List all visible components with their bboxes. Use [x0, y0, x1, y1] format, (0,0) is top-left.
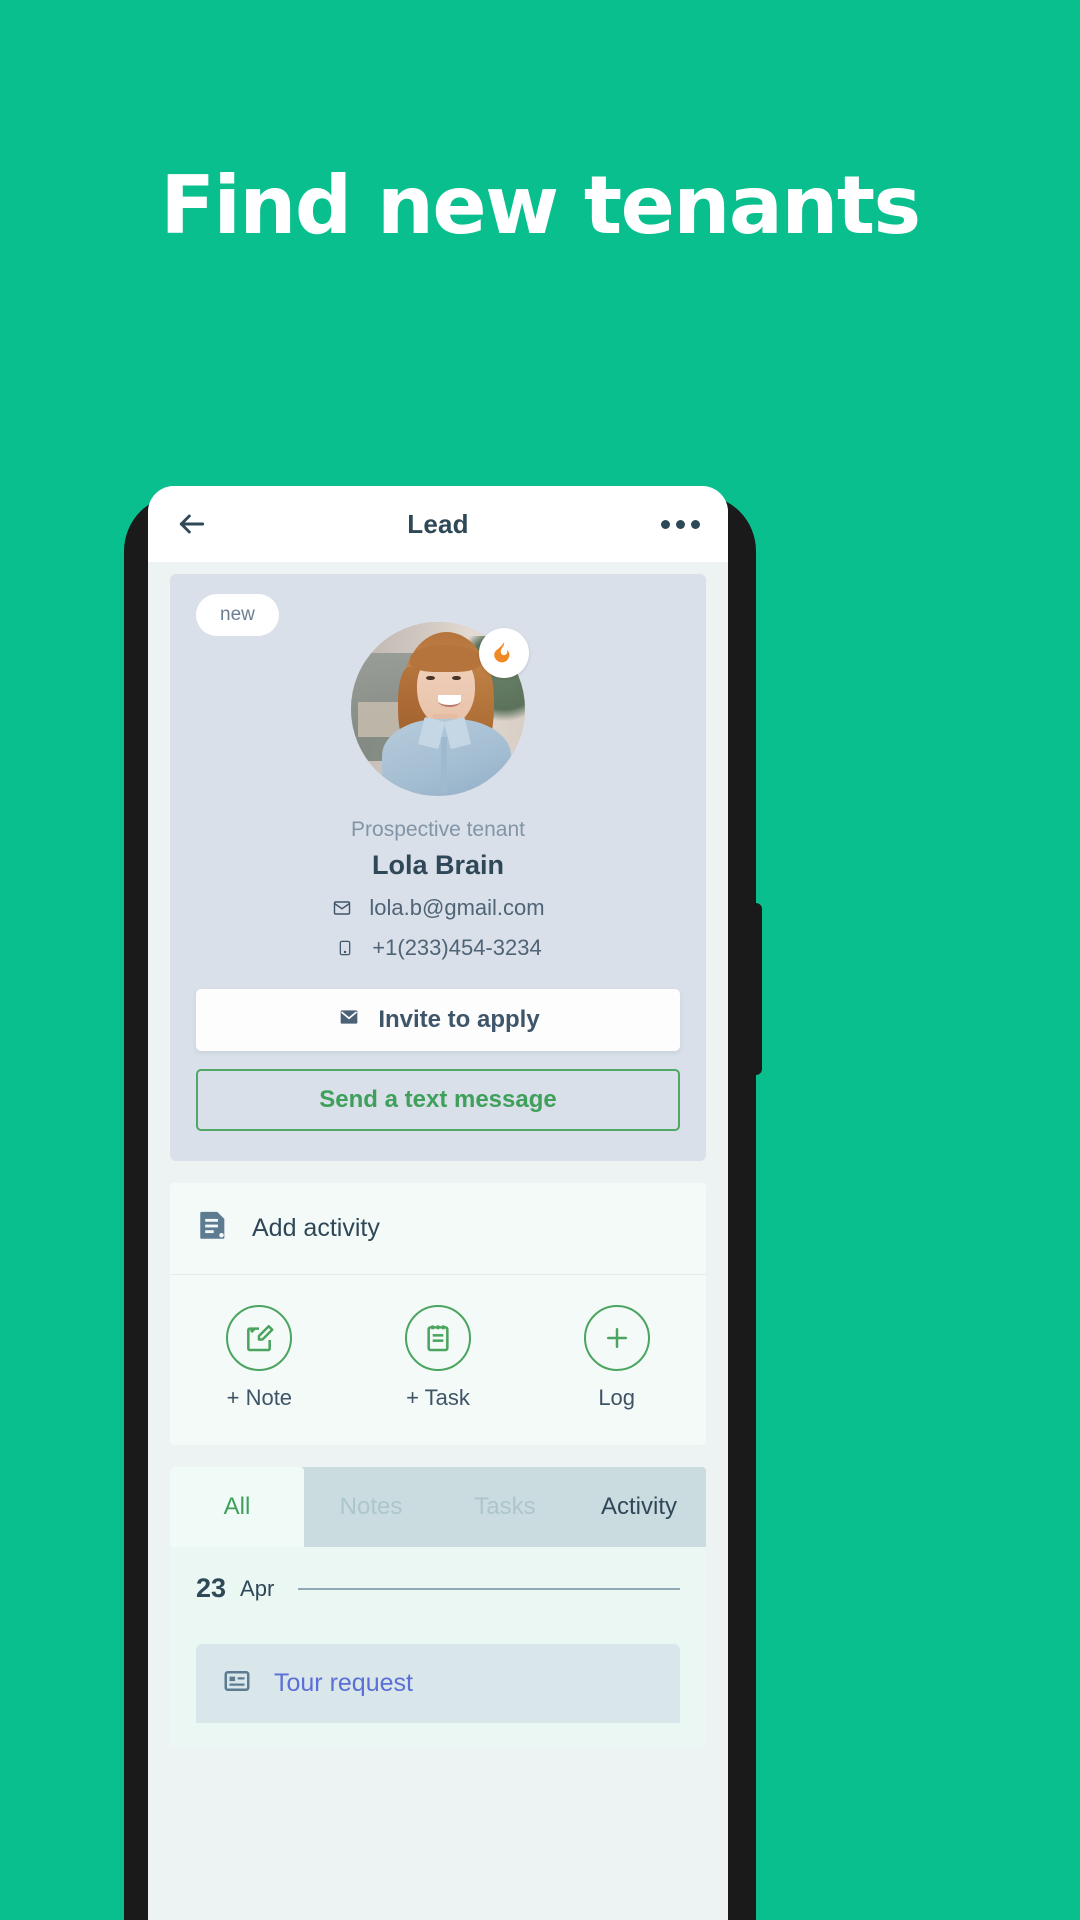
timeline-date-day: 23: [196, 1573, 227, 1603]
status-badge: new: [196, 594, 279, 636]
page-title: Find new tenants: [160, 159, 921, 252]
avatar[interactable]: [351, 622, 529, 796]
invite-to-apply-button[interactable]: Invite to apply: [196, 989, 680, 1051]
add-task-action[interactable]: + Task: [349, 1305, 528, 1411]
email-row[interactable]: lola.b@gmail.com: [196, 895, 680, 921]
contact-card-icon: [222, 1666, 252, 1701]
activity-tabs-section: All Notes Tasks Activity 23 Apr Tour req…: [170, 1467, 706, 1747]
tab-notes[interactable]: Notes: [304, 1467, 438, 1547]
send-text-message-button[interactable]: Send a text message: [196, 1069, 680, 1131]
phone-value: +1(233)454-3234: [372, 935, 542, 960]
add-task-label: + Task: [406, 1385, 470, 1410]
log-label: Log: [598, 1385, 636, 1410]
tab-tasks[interactable]: Tasks: [438, 1467, 572, 1547]
envelope-icon: [331, 897, 353, 919]
app-bar: Lead: [148, 486, 728, 562]
arrow-left-icon[interactable]: [176, 508, 208, 540]
add-activity-header[interactable]: Add activity: [170, 1183, 706, 1275]
email-value: lola.b@gmail.com: [369, 895, 545, 920]
lead-role: Prospective tenant: [351, 818, 525, 841]
add-activity-card: Add activity + Note + Task Log: [170, 1183, 706, 1445]
tab-activity[interactable]: Activity: [572, 1467, 706, 1547]
tab-all[interactable]: All: [170, 1467, 304, 1547]
timeline-date-month: Apr: [240, 1575, 275, 1601]
add-activity-label: Add activity: [252, 1214, 380, 1242]
app-bar-title: Lead: [407, 508, 469, 539]
activity-timeline: 23 Apr Tour request: [170, 1547, 706, 1747]
flame-icon: [479, 628, 529, 678]
timeline-divider: [298, 1587, 680, 1590]
activity-tabs: All Notes Tasks Activity: [170, 1467, 706, 1547]
timeline-entry[interactable]: Tour request: [196, 1644, 680, 1723]
phone-side-button: [752, 903, 762, 1075]
send-text-message-label: Send a text message: [319, 1086, 557, 1113]
more-horizontal-icon[interactable]: [661, 519, 700, 529]
app-screen: Lead new Prospective tenant Lola Brain l…: [148, 486, 728, 1920]
timeline-date-header: 23 Apr: [196, 1573, 680, 1604]
note-edit-icon: [226, 1305, 293, 1371]
plus-circle-icon: [583, 1305, 650, 1371]
lead-profile-card: new Prospective tenant Lola Brain lola.b…: [170, 574, 706, 1161]
lead-name: Lola Brain: [371, 850, 505, 880]
add-note-label: + Note: [226, 1385, 293, 1410]
document-list-icon: [196, 1209, 230, 1248]
quick-actions-row: + Note + Task Log: [170, 1275, 706, 1445]
phone-row[interactable]: +1(233)454-3234: [196, 935, 680, 961]
envelope-filled-icon: [336, 1006, 362, 1034]
clipboard-icon: [405, 1305, 471, 1371]
log-action[interactable]: Log: [527, 1305, 706, 1411]
invite-to-apply-label: Invite to apply: [378, 1006, 540, 1033]
timeline-entry-title: Tour request: [274, 1669, 413, 1697]
mobile-phone-icon: [334, 937, 356, 959]
hero-banner: Find new tenants: [0, 166, 1080, 246]
add-note-action[interactable]: + Note: [170, 1305, 349, 1411]
